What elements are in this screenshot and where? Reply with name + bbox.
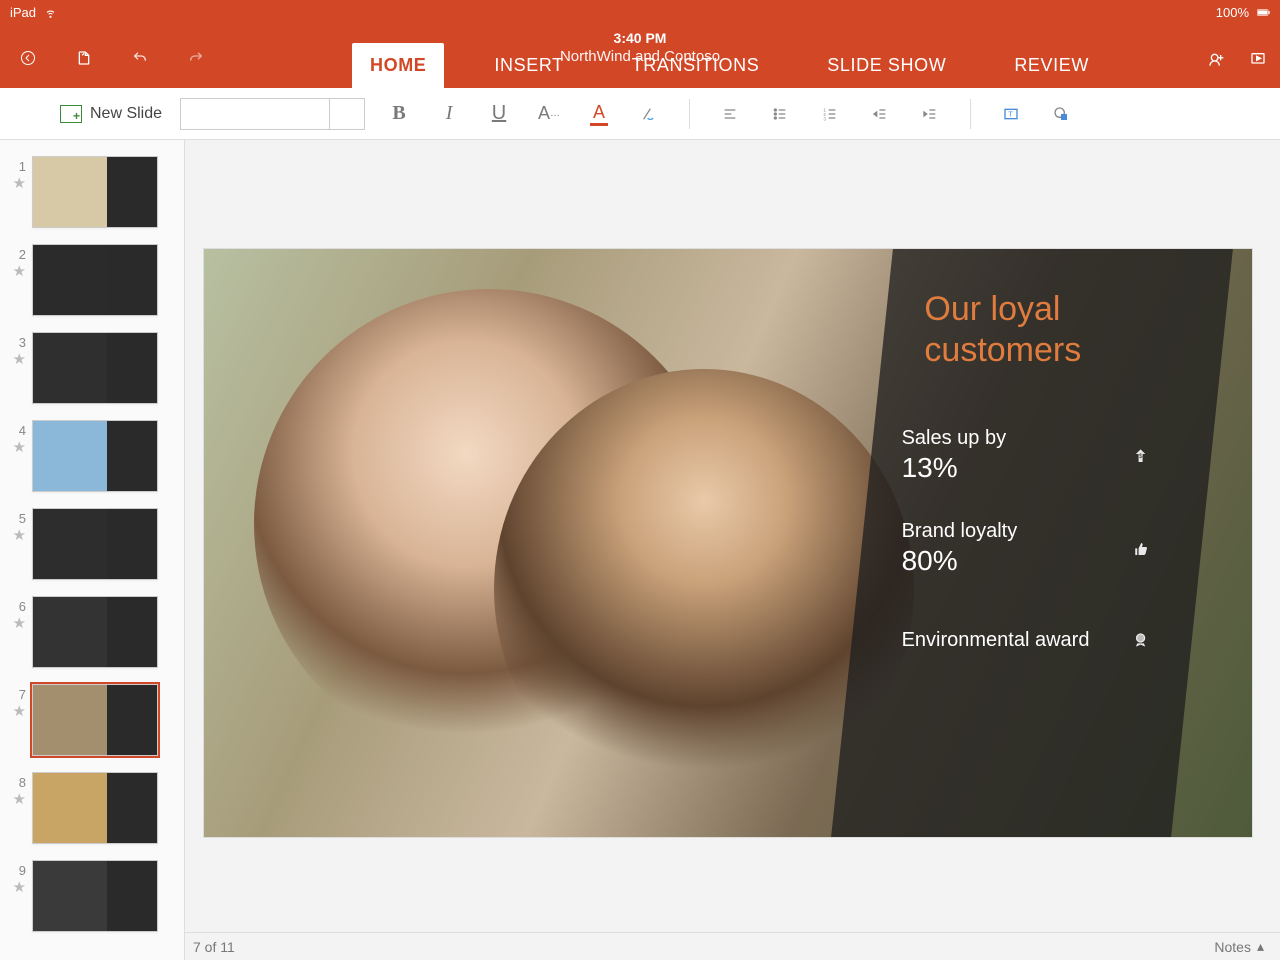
chevron-up-icon: ▴ <box>1257 938 1264 955</box>
share-button[interactable] <box>1208 51 1224 72</box>
slide-stat-0: Sales up by13%$ <box>901 427 1167 484</box>
svg-text:T: T <box>1008 109 1013 118</box>
font-options-button[interactable]: A… <box>533 98 565 130</box>
back-button[interactable] <box>14 44 42 72</box>
thumbs-up-icon <box>1113 521 1167 575</box>
bullets-button[interactable] <box>764 98 796 130</box>
slide-counter: 7 of 11 <box>193 939 235 955</box>
tab-slideshow[interactable]: SLIDE SHOW <box>809 43 964 88</box>
battery-icon <box>1257 6 1270 19</box>
text-effects-button[interactable] <box>633 98 665 130</box>
numbering-button[interactable]: 123 <box>814 98 846 130</box>
slide-stat-1: Brand loyalty80% <box>901 520 1167 577</box>
thumbnail-8[interactable] <box>32 772 158 844</box>
align-button[interactable] <box>714 98 746 130</box>
thumbnail-7[interactable] <box>32 684 158 756</box>
text-box-button[interactable]: T <box>995 98 1027 130</box>
font-color-button[interactable]: A <box>583 98 615 130</box>
tab-transitions[interactable]: TRANSITIONS <box>614 43 778 88</box>
increase-indent-button[interactable] <box>914 98 946 130</box>
slide-overlay-panel: Our loyal customers Sales up by13%$ Brand… <box>831 249 1233 837</box>
bold-button[interactable]: B <box>383 98 415 130</box>
svg-text:$: $ <box>1138 453 1142 459</box>
globe-award-icon <box>1113 613 1167 667</box>
new-slide-label: New Slide <box>90 105 162 123</box>
new-slide-button[interactable]: New Slide <box>60 96 162 132</box>
file-button[interactable] <box>70 44 98 72</box>
thumbnail-9[interactable] <box>32 860 158 932</box>
italic-button[interactable]: I <box>433 98 465 130</box>
ios-status-bar: iPad 100% <box>0 0 1280 24</box>
font-selector[interactable] <box>180 98 365 130</box>
ribbon-tabs: HOME INSERT TRANSITIONS SLIDE SHOW REVIE… <box>352 43 1107 88</box>
slide-canvas[interactable]: Our loyal customers Sales up by13%$ Brand… <box>203 248 1253 838</box>
decrease-indent-button[interactable] <box>864 98 896 130</box>
slide-stat-2: Environmental award <box>901 613 1167 667</box>
dollar-up-icon: $ <box>1113 428 1167 482</box>
tab-home[interactable]: HOME <box>352 43 444 88</box>
tab-insert[interactable]: INSERT <box>476 43 581 88</box>
thumbnail-5[interactable] <box>32 508 158 580</box>
title-bar: 3:40 PM NorthWind and Contoso HOME INSER… <box>0 24 1280 88</box>
slide-thumbnails[interactable]: 1★2★3★4★5★6★7★8★9★ <box>0 140 185 960</box>
thumbnail-1[interactable] <box>32 156 158 228</box>
slide-title: Our loyal customers <box>924 289 1190 371</box>
status-bar-bottom: 7 of 11 Notes ▴ <box>185 932 1280 960</box>
thumbnail-2[interactable] <box>32 244 158 316</box>
shapes-button[interactable] <box>1045 98 1077 130</box>
thumbnail-4[interactable] <box>32 420 158 492</box>
undo-button[interactable] <box>126 44 154 72</box>
device-label: iPad <box>10 5 36 20</box>
underline-button[interactable]: U <box>483 98 515 130</box>
new-slide-icon <box>60 105 82 123</box>
thumbnail-6[interactable] <box>32 596 158 668</box>
wifi-icon <box>44 6 57 19</box>
thumbnail-3[interactable] <box>32 332 158 404</box>
notes-label: Notes <box>1214 939 1251 955</box>
battery-percent: 100% <box>1216 5 1249 20</box>
tab-review[interactable]: REVIEW <box>996 43 1107 88</box>
notes-toggle[interactable]: Notes ▴ <box>1214 938 1264 955</box>
present-button[interactable] <box>1250 51 1266 72</box>
redo-button[interactable] <box>182 44 210 72</box>
svg-text:3: 3 <box>823 116 826 121</box>
ribbon: New Slide B I U A… A 123 T <box>0 88 1280 140</box>
